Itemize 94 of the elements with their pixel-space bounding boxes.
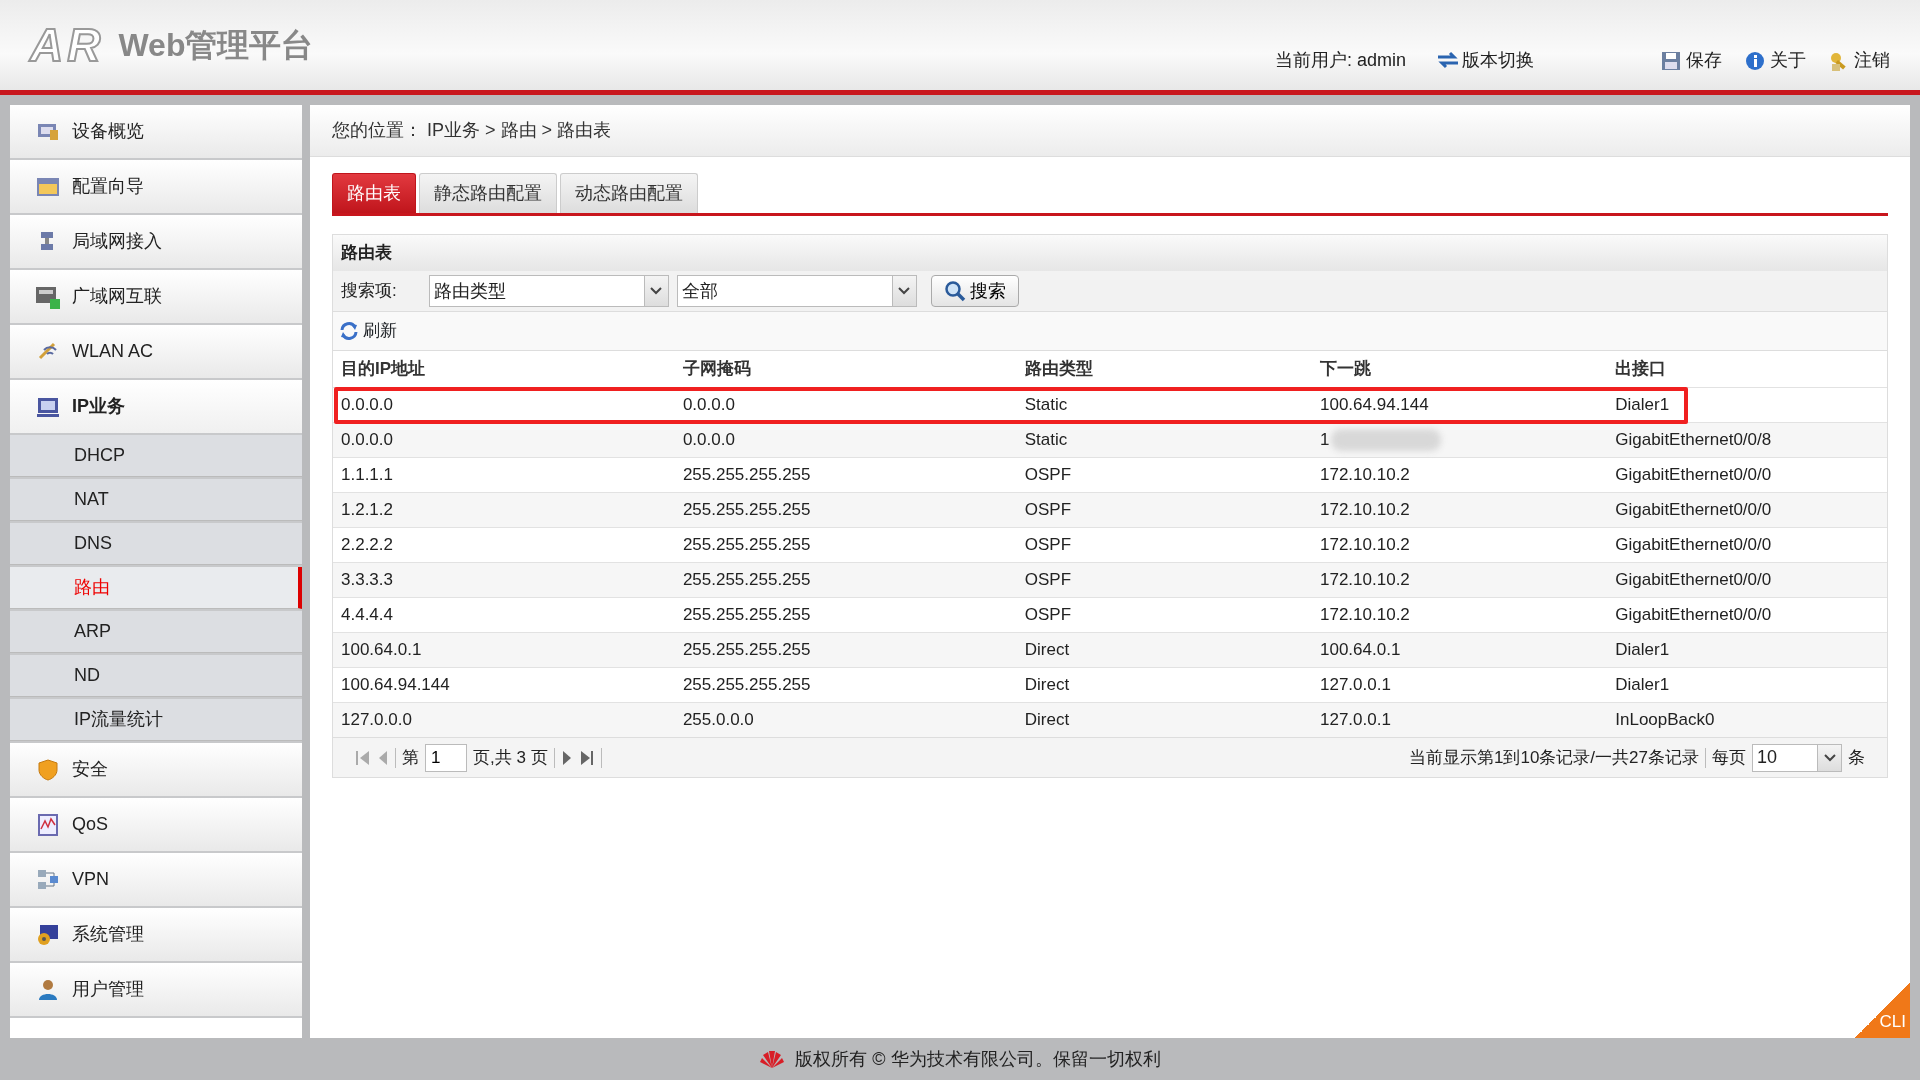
previous-page-icon [377, 749, 389, 766]
chevron-down-icon [898, 287, 911, 295]
table-cell: Direct [1016, 632, 1312, 667]
last-page-icon [578, 749, 595, 766]
gear-monitor-icon [36, 922, 60, 947]
table-cell: 3.3.3.3 [333, 562, 675, 597]
table-cell: 255.255.255.255 [674, 562, 1017, 597]
info-icon [1744, 49, 1766, 72]
table-cell: 100.64.0.1 [333, 632, 675, 667]
table-cell: 100.64.0.1 [1312, 632, 1608, 667]
shield-icon [36, 757, 60, 782]
search-button[interactable]: 搜索 [930, 275, 1019, 307]
sidebar-subitem[interactable]: ND [10, 655, 302, 697]
column-header: 下一跳 [1319, 358, 1372, 380]
save-icon [1660, 49, 1682, 72]
header-action-link[interactable]: 关于 [1744, 47, 1806, 74]
table-cell: 1 [1312, 422, 1608, 457]
record-info: 当前显示第1到10条记录/一共27条记录 [1409, 746, 1699, 769]
table-cell: 0.0.0.0 [674, 387, 1017, 422]
table-cell: OSPF [1016, 562, 1312, 597]
table-cell: 0.0.0.0 [674, 422, 1017, 457]
column-header: 路由类型 [1023, 358, 1094, 380]
user-icon [36, 977, 60, 1002]
next-page-icon [560, 749, 573, 766]
page-input[interactable]: 1 [425, 743, 467, 772]
per-page-dropdown[interactable]: 10 [1752, 743, 1842, 772]
sidebar-item[interactable]: IP业务 [10, 380, 302, 433]
sidebar-subitem[interactable]: NAT [10, 479, 302, 521]
chevron-down-icon [650, 287, 663, 295]
table-cell: InLoopBack0 [1607, 702, 1887, 737]
chevron-down-icon [1823, 753, 1836, 762]
header-action-link[interactable]: 注销 [1828, 47, 1890, 74]
copyright-text: 版权所有 © 华为技术有限公司。保留一切权利 [795, 1047, 1161, 1071]
first-page-icon [355, 749, 371, 766]
flower-logo-icon [759, 1049, 786, 1069]
sidebar-subitem[interactable]: ARP [10, 611, 302, 653]
column-header: 出接口 [1607, 351, 1887, 387]
sidebar-item[interactable]: QoS [10, 798, 302, 851]
header-action-link[interactable]: 版本切换 [1436, 47, 1534, 74]
table-cell: 0.0.0.0 [333, 422, 675, 457]
table-cell: Static [1016, 387, 1312, 422]
column-header: 子网掩码 [681, 358, 752, 380]
table-cell: Dialer1 [1607, 632, 1887, 667]
sidebar-item[interactable]: 安全 [10, 743, 302, 796]
sidebar-item[interactable]: VPN [10, 853, 302, 906]
sidebar-item[interactable]: 广域网互联 [10, 270, 302, 323]
sidebar-item[interactable]: 配置向导 [10, 160, 302, 213]
table-cell: 255.255.255.255 [674, 492, 1017, 527]
table-cell: 0.0.0.0 [333, 387, 675, 422]
header-action-link[interactable]: 保存 [1660, 47, 1722, 74]
tab[interactable]: 路由表 [332, 173, 416, 213]
table-cell: GigabitEthernet0/0/0 [1607, 562, 1887, 597]
table-cell: 127.0.0.0 [333, 702, 675, 737]
table-cell: 255.0.0.0 [674, 702, 1017, 737]
router-icon [36, 284, 60, 309]
column-header: 目的IP地址 [333, 351, 675, 387]
refresh-icon [339, 321, 359, 341]
table-cell: GigabitEthernet0/0/0 [1607, 492, 1887, 527]
sidebar-subitem[interactable]: IP流量统计 [10, 699, 302, 741]
sidebar-subitem[interactable]: 路由 [10, 567, 302, 609]
sidebar-item[interactable]: 用户管理 [10, 963, 302, 1016]
table-cell: Static [1016, 422, 1312, 457]
table-cell: OSPF [1016, 492, 1312, 527]
dropdown[interactable]: 全部 [676, 275, 917, 307]
sidebar-item[interactable]: WLAN AC [10, 325, 302, 378]
table-cell: 127.0.0.1 [1312, 702, 1608, 737]
per-page-unit: 条 [1848, 746, 1865, 769]
chart-icon [36, 812, 60, 837]
tab[interactable]: 动态路由配置 [560, 173, 698, 213]
table-cell: 1.2.1.2 [333, 492, 675, 527]
page-label: 第 [402, 746, 419, 769]
network-icon [36, 867, 60, 892]
sidebar-subitem[interactable]: DHCP [10, 435, 302, 477]
table-cell: GigabitEthernet0/0/8 [1607, 422, 1887, 457]
dropdown[interactable]: 路由类型 [428, 275, 669, 307]
table-cell: 100.64.94.144 [1312, 387, 1608, 422]
current-user-label: 当前用户: admin [1274, 49, 1406, 72]
refresh-link[interactable]: 刷新 [339, 318, 397, 344]
per-page-label: 每页 [1712, 746, 1746, 769]
table-cell: 172.10.10.2 [1312, 492, 1608, 527]
panel-title: 路由表 [341, 242, 392, 265]
sidebar-item[interactable]: 系统管理 [10, 908, 302, 961]
sidebar-item[interactable]: 设备概览 [10, 105, 302, 158]
table-cell: 255.255.255.255 [674, 632, 1017, 667]
app-title: Web管理平台 [118, 26, 314, 65]
search-label: 搜索项: [341, 280, 397, 303]
tab[interactable]: 静态路由配置 [419, 173, 557, 213]
table-cell: 172.10.10.2 [1312, 562, 1608, 597]
breadcrumb: 您的位置： IP业务 > 路由 > 路由表 [332, 119, 612, 142]
page-count-label: 页,共 3 页 [473, 746, 548, 769]
sidebar-item[interactable]: 局域网接入 [10, 215, 302, 268]
table-cell: Direct [1016, 702, 1312, 737]
sidebar-subitem[interactable]: DNS [10, 523, 302, 565]
search-icon [943, 280, 966, 302]
